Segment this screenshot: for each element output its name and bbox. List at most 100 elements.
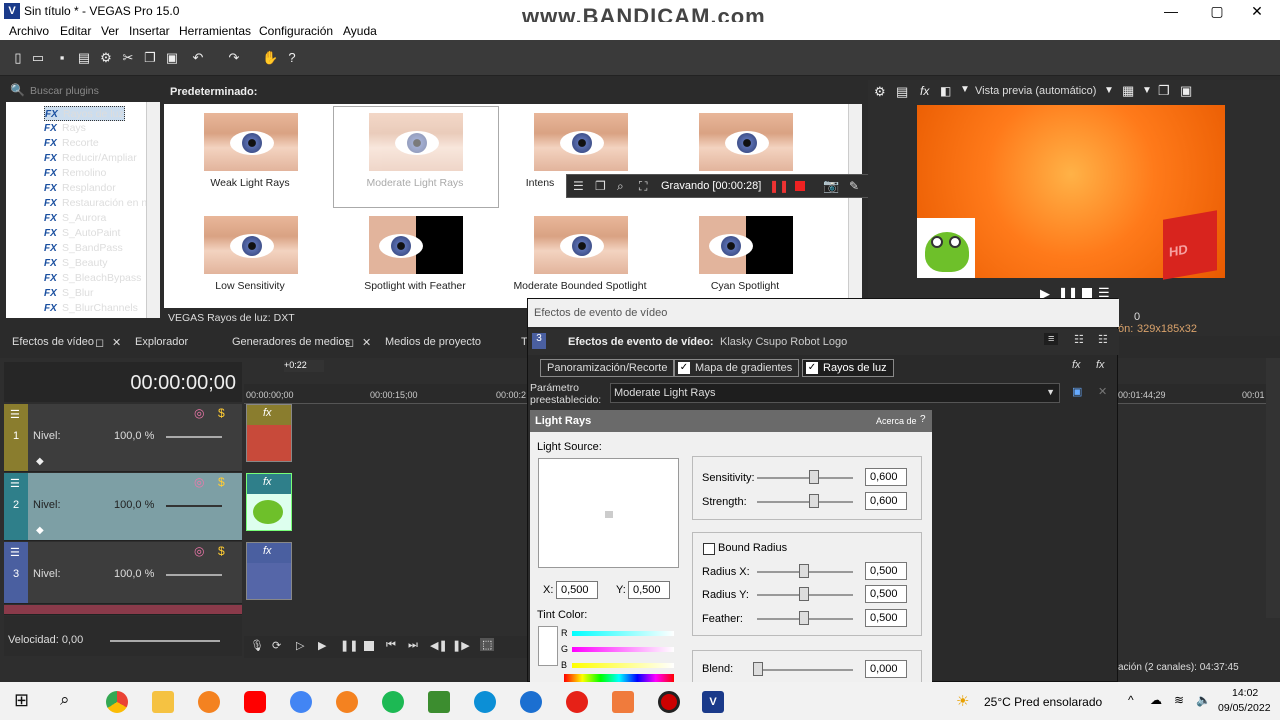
tab-float-icon[interactable]: ◻	[345, 336, 354, 349]
chevron-down-icon[interactable]: ▼	[1142, 85, 1152, 96]
file-explorer-icon[interactable]	[152, 691, 174, 713]
edit-tool-icon[interactable]: ⬚	[480, 638, 495, 651]
preset-thumb[interactable]	[369, 216, 463, 274]
strength-input[interactable]: 0,600	[865, 492, 907, 510]
speed-slider[interactable]	[110, 640, 220, 642]
menu-herramientas[interactable]: Herramientas	[179, 24, 251, 38]
sensitivity-slider[interactable]	[757, 477, 853, 479]
cut-icon[interactable]: ✂	[120, 50, 136, 66]
save-icon[interactable]: ▪	[54, 50, 70, 66]
app-icon[interactable]	[520, 691, 542, 713]
chrome-icon[interactable]	[106, 691, 128, 713]
radius-y-input[interactable]: 0,500	[865, 585, 907, 603]
solo-icon[interactable]: $	[218, 406, 225, 420]
copy-icon[interactable]: ❐	[142, 50, 158, 66]
y-input[interactable]: 0,500	[628, 581, 670, 599]
save-preset-icon[interactable]: ▣	[1072, 385, 1082, 398]
copy-snapshot-icon[interactable]: ❐	[1158, 83, 1170, 99]
preset-thumb[interactable]	[699, 113, 793, 171]
light-source-pad[interactable]	[538, 458, 679, 568]
detail-view-icon[interactable]: ☷	[1098, 333, 1108, 346]
app-icon[interactable]	[566, 691, 588, 713]
plugin-item[interactable]: FX Rays	[44, 121, 86, 136]
video-track-4[interactable]	[4, 605, 242, 615]
plugin-search-input[interactable]: Buscar plugins	[30, 85, 99, 97]
strength-slider[interactable]	[757, 501, 853, 503]
chevron-down-icon[interactable]: ▼	[1104, 85, 1114, 96]
x-input[interactable]: 0,500	[556, 581, 598, 599]
grid-icon[interactable]: ▦	[1122, 83, 1134, 99]
preset-thumb[interactable]	[699, 216, 793, 274]
spotify-icon[interactable]	[382, 691, 404, 713]
close-button[interactable]: ✕	[1234, 0, 1280, 22]
plugin-item-rayos-de-luz[interactable]: FX Rayos de luz	[44, 106, 125, 121]
pause-icon[interactable]: ❚❚	[769, 179, 789, 193]
plugin-item[interactable]: FX Resplandor	[44, 181, 116, 196]
app-icon[interactable]	[612, 691, 634, 713]
properties-icon[interactable]: ✋	[262, 50, 278, 66]
plugin-item[interactable]: FX Recorte	[44, 136, 99, 151]
plugin-item[interactable]: FX S_Beauty	[44, 256, 108, 271]
play-from-start-icon[interactable]: ▷	[296, 639, 304, 652]
camera-icon[interactable]: 📷	[823, 178, 839, 194]
track-level-slider[interactable]	[166, 574, 222, 576]
blend-slider-handle[interactable]	[753, 662, 763, 676]
stop-icon[interactable]	[1082, 288, 1092, 298]
fx-chain-light-rays[interactable]: ✓ Rayos de luz	[802, 359, 894, 377]
mute-icon[interactable]: ◎	[194, 406, 204, 420]
keyframe-icon[interactable]: ◆	[36, 525, 44, 536]
timeline-vertical-scrollbar[interactable]	[1266, 358, 1280, 618]
volume-icon[interactable]: 🔈	[1196, 693, 1211, 707]
undo-icon[interactable]: ↶	[190, 50, 206, 66]
mute-icon[interactable]: ◎	[194, 544, 204, 558]
video-track-2[interactable]: 2 ☰ Nivel: 100,0 % ◎ $ ◆	[4, 473, 242, 541]
menu-ayuda[interactable]: Ayuda	[343, 24, 377, 38]
edge-icon[interactable]	[474, 691, 496, 713]
grid-view-icon[interactable]: ☷	[1074, 333, 1084, 346]
about-link[interactable]: Acerca de	[876, 416, 917, 426]
go-to-end-icon[interactable]: ⏭	[408, 639, 418, 652]
preview-quality-select[interactable]: Vista previa (automático)	[975, 85, 1096, 97]
next-frame-icon[interactable]: ❚▶	[452, 639, 470, 652]
go-to-start-icon[interactable]: ⏮	[386, 639, 396, 652]
zoom-icon[interactable]: ⌕	[617, 179, 624, 194]
gear-icon[interactable]: ⚙	[874, 84, 886, 100]
fx-icon[interactable]: fx	[263, 407, 272, 419]
bound-radius-checkbox[interactable]	[703, 543, 715, 555]
strength-slider-handle[interactable]	[809, 494, 819, 508]
radius-y-slider-handle[interactable]	[799, 587, 809, 601]
tint-color-swatch[interactable]	[538, 626, 558, 666]
chevron-down-icon[interactable]: ▼	[960, 84, 970, 95]
app-icon[interactable]	[198, 691, 220, 713]
plugin-item[interactable]: FX Remolino	[44, 166, 106, 181]
loop-icon[interactable]: ⟳	[272, 639, 281, 652]
tab-medios-de-proyecto[interactable]: Medios de proyecto	[385, 336, 481, 348]
add-fx-icon[interactable]: fx	[1072, 359, 1081, 371]
help-icon[interactable]: ?	[920, 414, 926, 425]
paste-icon[interactable]: ▣	[164, 50, 180, 66]
render-icon[interactable]: ▤	[76, 50, 92, 66]
plugin-list-scrollbar[interactable]	[146, 102, 160, 318]
menu-icon[interactable]: ☰	[10, 546, 20, 559]
checkbox-checked-icon[interactable]: ✓	[806, 362, 818, 374]
plugin-item[interactable]: FX S_BandPass	[44, 241, 123, 256]
preset-thumb[interactable]	[204, 113, 298, 171]
fx-icon[interactable]: fx	[263, 545, 272, 557]
plugin-item[interactable]: FX Reducir/Ampliar	[44, 151, 137, 166]
close-icon[interactable]: ✕	[362, 336, 371, 349]
clock-date[interactable]: 09/05/2022	[1218, 702, 1271, 714]
preset-thumb[interactable]	[534, 113, 628, 171]
stop-icon[interactable]	[364, 641, 374, 651]
redo-icon[interactable]: ↷	[226, 50, 242, 66]
sensitivity-slider-handle[interactable]	[809, 470, 819, 484]
split-screen-icon[interactable]: ◧	[940, 84, 951, 98]
menu-editar[interactable]: Editar	[60, 24, 91, 38]
fullscreen-icon[interactable]: ⛶	[639, 179, 647, 194]
download-icon[interactable]	[428, 691, 450, 713]
keyframe-icon[interactable]: ◆	[36, 456, 44, 467]
presets-scrollbar[interactable]	[848, 104, 862, 308]
list-view-icon[interactable]: ≡	[1044, 333, 1059, 345]
track-level-slider[interactable]	[166, 436, 222, 438]
plugin-item[interactable]: FX S_Aurora	[44, 211, 106, 226]
gear-icon[interactable]: ⚙	[98, 50, 114, 66]
